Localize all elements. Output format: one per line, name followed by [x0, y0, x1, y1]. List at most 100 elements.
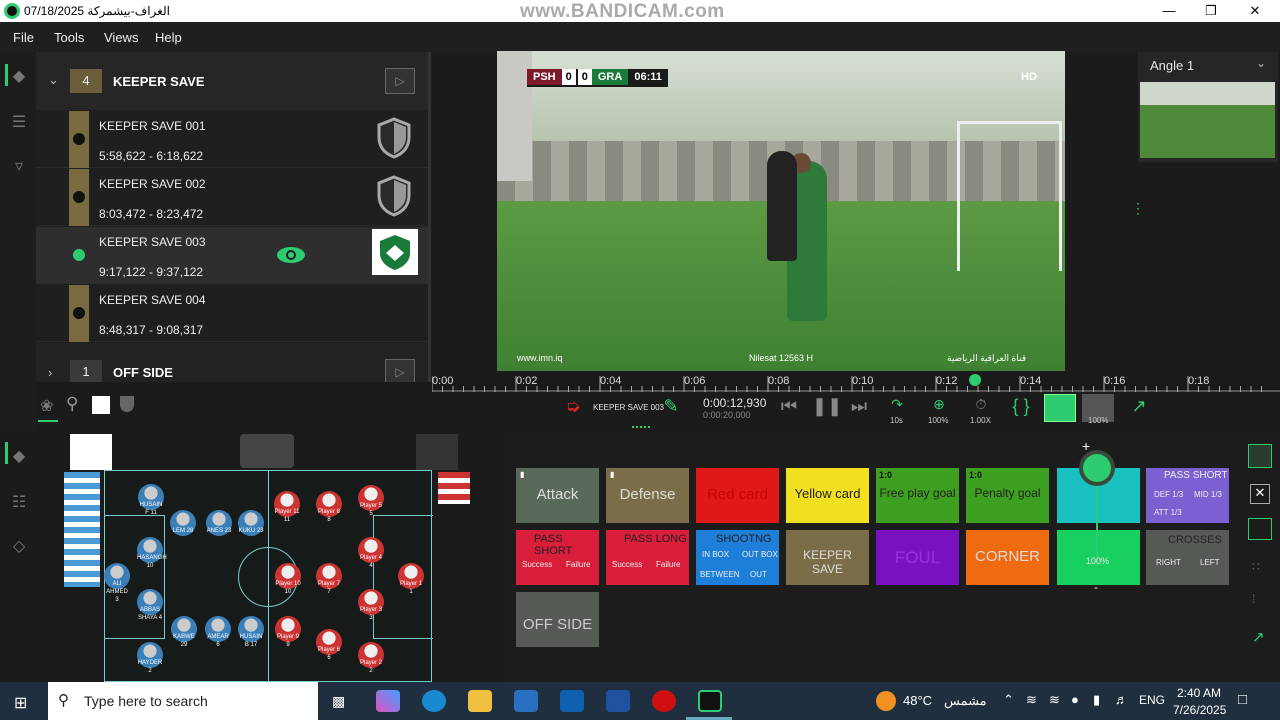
play-category-button[interactable]: ▷: [385, 359, 415, 382]
store-icon[interactable]: [514, 690, 538, 712]
file-explorer-icon[interactable]: [468, 690, 492, 712]
network-icon[interactable]: ≋: [1026, 692, 1037, 708]
popout-icon[interactable]: ↗: [1126, 396, 1152, 420]
clip-row[interactable]: KEEPER SAVE 004 8:48,317 - 9:08,317: [36, 285, 428, 342]
mid-third[interactable]: MID 1/3: [1194, 490, 1222, 499]
pass-short-zone-button[interactable]: PASS SHORT DEF 1/3 MID 1/3 ATT 1/3: [1146, 468, 1229, 523]
corner-button[interactable]: CORNER: [966, 530, 1049, 585]
menu-views[interactable]: Views: [104, 30, 138, 45]
windows-start-icon[interactable]: ⊞: [14, 693, 27, 713]
language[interactable]: ENG: [1139, 693, 1165, 707]
volume-plus[interactable]: +: [1082, 438, 1090, 454]
clock-time[interactable]: 2:40 AM: [1177, 686, 1221, 700]
play-category-button[interactable]: ▷: [385, 68, 415, 94]
home-team-logo[interactable]: [70, 434, 112, 470]
red-card-button[interactable]: Red card: [696, 468, 779, 523]
outlook-icon[interactable]: [560, 690, 584, 712]
copilot-icon[interactable]: [376, 690, 400, 712]
attack-button[interactable]: ▮ Attack: [516, 468, 599, 523]
search-icon[interactable]: ⚲: [66, 394, 78, 414]
clip-row[interactable]: KEEPER SAVE 002 8:03,472 - 8:23,472: [36, 169, 428, 226]
team-filter-home[interactable]: [92, 396, 110, 414]
volume-minus[interactable]: -: [1094, 580, 1098, 594]
out-option[interactable]: OUT: [750, 570, 767, 579]
record-icon[interactable]: [652, 690, 676, 712]
expand-icon[interactable]: [1248, 518, 1272, 540]
crosses-button[interactable]: CROSSES RIGHT LEFT: [1146, 530, 1229, 585]
team-filter-away[interactable]: [120, 396, 134, 412]
menu-tools[interactable]: Tools: [54, 30, 84, 45]
away-team-logo[interactable]: [416, 434, 458, 470]
timeline[interactable]: 0:00 0:02 0:04 0:06 0:08 0:10 0:12 0:14 0:16 0:18: [432, 372, 1280, 392]
eye-icon[interactable]: [276, 245, 306, 265]
menu-help[interactable]: Help: [155, 30, 182, 45]
clip-row-selected[interactable]: KEEPER SAVE 003 9:17,122 - 9:37,122: [36, 227, 428, 284]
right-option[interactable]: RIGHT: [1156, 558, 1181, 567]
chevron-down-icon[interactable]: ⌄: [48, 72, 59, 88]
left-option[interactable]: LEFT: [1200, 558, 1220, 567]
away-player-token[interactable]: Player 5 5: [358, 485, 384, 517]
layout-toggle-button[interactable]: [1044, 394, 1076, 422]
tag-icon[interactable]: ◆: [10, 66, 28, 85]
speaker-icon[interactable]: ♬: [1115, 692, 1128, 707]
exit-clip-icon[interactable]: ➭: [560, 396, 586, 420]
export-icon[interactable]: ↗: [1252, 628, 1265, 646]
edge-icon[interactable]: [422, 690, 446, 712]
away-player-token[interactable]: Player 10 10: [275, 563, 301, 595]
tag-icon[interactable]: ◆: [10, 446, 28, 465]
away-player-token[interactable]: Player 8 8: [316, 491, 342, 523]
away-bench[interactable]: [438, 472, 470, 504]
clip-row[interactable]: KEEPER SAVE 001 5:58,622 - 6:18,622: [36, 111, 428, 168]
home-player-token[interactable]: HASANGH 10: [137, 537, 167, 569]
swap-teams-button[interactable]: [240, 434, 294, 468]
microphone-icon[interactable]: ●: [1071, 692, 1079, 707]
columns-icon[interactable]: ⁞: [1252, 592, 1255, 606]
home-player-token[interactable]: LEM 28: [170, 510, 196, 536]
home-bench[interactable]: [64, 472, 100, 587]
home-player-token[interactable]: ANES 23: [206, 510, 232, 536]
out-box-option[interactable]: OUT BOX: [742, 550, 778, 559]
penalty-goal-button[interactable]: 1:0 Penalty goal: [966, 468, 1049, 523]
app-taskbar-icon[interactable]: [698, 690, 722, 712]
task-view-icon[interactable]: ▩: [332, 693, 345, 710]
defense-button[interactable]: ▮ Defense: [606, 468, 689, 523]
chevron-down-icon[interactable]: ⌄: [1256, 56, 1266, 70]
home-player-token[interactable]: HUSAIN B 17: [238, 616, 264, 648]
success-option[interactable]: Success: [522, 560, 552, 569]
draw-icon[interactable]: ✎: [658, 396, 684, 420]
scrollbar[interactable]: [428, 52, 431, 382]
video-player[interactable]: PSH 0 0 GRA 06:11 HD www.imn.iq Nilesat 1256…: [497, 51, 1065, 371]
restore-button[interactable]: ❐: [1188, 0, 1234, 22]
menu-file[interactable]: File: [13, 30, 34, 45]
search-box[interactable]: ⚲ Type here to search: [48, 682, 318, 720]
timeline-playhead[interactable]: [969, 374, 982, 386]
close-button[interactable]: ✕: [1232, 0, 1278, 22]
att-third[interactable]: ATT 1/3: [1154, 508, 1182, 517]
minimize-button[interactable]: —: [1146, 0, 1192, 22]
previous-icon[interactable]: ⏮: [776, 396, 802, 420]
failure-option[interactable]: Failure: [566, 560, 590, 569]
away-player-token[interactable]: Player 9 9: [275, 616, 301, 648]
home-player-token[interactable]: AMEAR 6: [205, 616, 231, 648]
soccer-ball-icon[interactable]: ❀: [40, 396, 53, 416]
home-player-token[interactable]: ABBAS SHAYA 4: [137, 589, 163, 621]
pass-long-button[interactable]: PASS LONG Success Failure: [606, 530, 689, 585]
weather-icon[interactable]: [876, 691, 896, 711]
close-panel-icon[interactable]: ✕: [1250, 484, 1270, 504]
battery-icon[interactable]: ▮: [1093, 692, 1100, 708]
away-player-token[interactable]: Player 1 1: [398, 563, 424, 595]
success-option[interactable]: Success: [612, 560, 642, 569]
list-icon[interactable]: ☰: [10, 112, 28, 131]
sliders-icon[interactable]: ☷: [10, 492, 28, 511]
def-third[interactable]: DEF 1/3: [1154, 490, 1183, 499]
chevron-right-icon[interactable]: ›: [48, 365, 52, 380]
resize-handle[interactable]: ⋮: [1131, 200, 1145, 217]
n-app-icon[interactable]: [606, 690, 630, 712]
home-player-token[interactable]: KABWE 29: [171, 616, 197, 648]
notifications-icon[interactable]: □: [1238, 691, 1247, 708]
wifi-icon[interactable]: ≋: [1049, 692, 1060, 708]
failure-option[interactable]: Failure: [656, 560, 680, 569]
angle-select[interactable]: Angle 1: [1150, 58, 1194, 73]
away-player-token[interactable]: Player 2 2: [358, 642, 384, 674]
away-player-token[interactable]: Player 11 11: [274, 491, 300, 523]
